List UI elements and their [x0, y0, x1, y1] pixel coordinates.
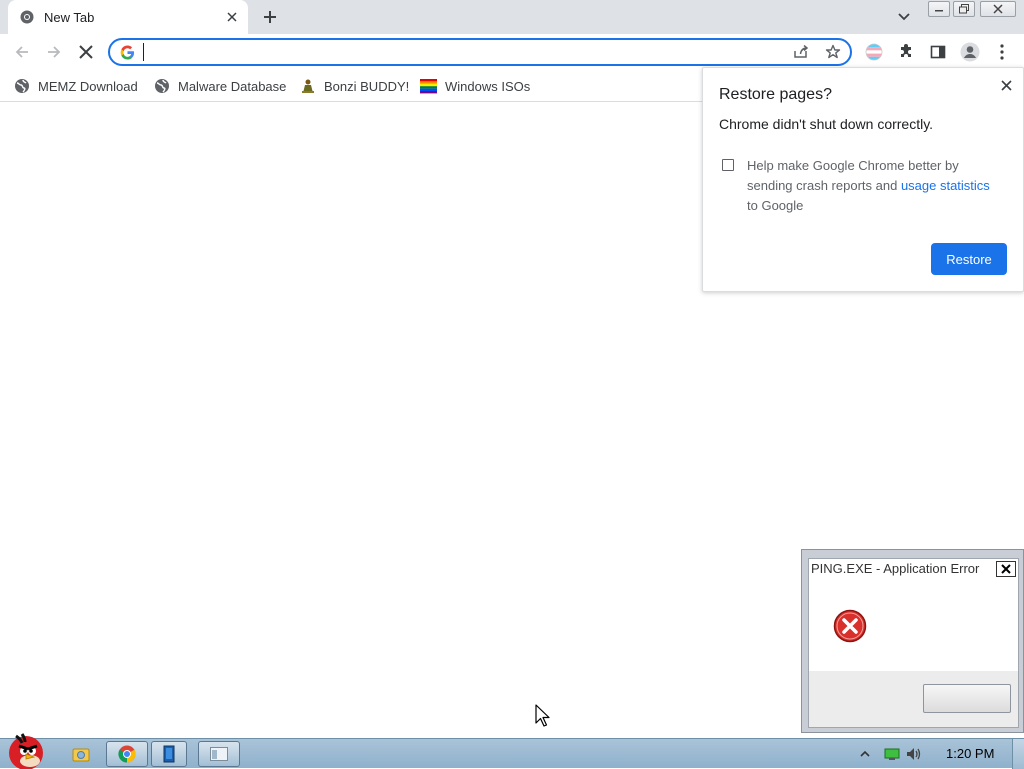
taskbar-app[interactable] [151, 741, 187, 767]
taskbar-explorer[interactable] [60, 741, 102, 767]
application-error-dialog: PING.EXE - Application Error [801, 549, 1024, 733]
bookmark-label: MEMZ Download [38, 78, 138, 94]
dialog-body [809, 579, 1018, 671]
crash-reports-checkbox[interactable] [722, 159, 734, 171]
bookmark-label: Malware Database [178, 78, 287, 94]
app-icon [163, 745, 175, 763]
rainbow-flag-icon [420, 79, 437, 94]
back-button[interactable] [9, 39, 35, 65]
dialog-title: PING.EXE - Application Error [811, 561, 980, 576]
bookmark-windows-isos[interactable]: Windows ISOs [420, 76, 530, 96]
globe-icon [15, 79, 29, 93]
network-icon[interactable] [884, 747, 900, 761]
globe-icon [155, 79, 169, 93]
volume-icon[interactable] [905, 746, 923, 762]
dialog-titlebar[interactable]: PING.EXE - Application Error [809, 559, 1018, 579]
tab-strip: New Tab [0, 0, 1024, 34]
crash-reports-text-end: to Google [747, 198, 804, 213]
taskbar: 1:20 PM [0, 733, 1024, 769]
forward-button[interactable] [41, 39, 67, 65]
restore-pages-bubble: Restore pages? Chrome didn't shut down c… [702, 67, 1024, 292]
tab-search-chevron-icon[interactable] [894, 8, 914, 26]
close-window-button[interactable] [980, 1, 1016, 17]
new-tab-button[interactable] [258, 5, 282, 29]
taskbar-chrome[interactable] [106, 741, 148, 767]
toolbar [0, 34, 1024, 70]
restore-title: Restore pages? [719, 86, 832, 103]
explorer-icon [72, 748, 90, 762]
system-tray: 1:20 PM [856, 739, 1024, 769]
bookmark-star-icon[interactable] [822, 40, 844, 64]
dialog-frame: PING.EXE - Application Error [808, 558, 1019, 728]
profile-avatar-icon[interactable] [957, 39, 983, 65]
bookmark-label: Windows ISOs [445, 78, 531, 94]
window-icon [210, 747, 228, 761]
close-icon[interactable] [997, 76, 1015, 94]
bookmark-memz-download[interactable]: MEMZ Download [14, 76, 138, 96]
chrome-menu-icon[interactable] [989, 39, 1015, 65]
bonzi-icon [302, 79, 314, 93]
bookmark-label: Bonzi BUDDY! [324, 78, 410, 94]
start-button-angry-bird-icon[interactable] [0, 729, 52, 769]
mouse-cursor-icon [535, 704, 550, 727]
dialog-close-button[interactable] [996, 561, 1016, 577]
restore-button[interactable]: Restore [931, 243, 1007, 275]
clock[interactable]: 1:20 PM [946, 746, 994, 761]
taskbar-window[interactable] [198, 741, 240, 767]
usage-statistics-link[interactable]: usage statistics [901, 178, 990, 193]
bookmark-bonzi-buddy[interactable]: Bonzi BUDDY! [300, 76, 409, 96]
bookmark-malware-database[interactable]: Malware Database [154, 76, 286, 96]
restore-message: Chrome didn't shut down correctly. [719, 116, 934, 132]
stop-loading-button[interactable] [73, 39, 99, 65]
tab-new-tab[interactable]: New Tab [8, 0, 248, 34]
dialog-ok-button[interactable] [923, 684, 1011, 713]
restore-window-button[interactable] [953, 1, 975, 17]
trans-flag-extension-icon[interactable] [861, 39, 887, 65]
tab-close-icon[interactable] [222, 7, 242, 27]
chrome-favicon-icon [20, 10, 34, 24]
text-caret [143, 43, 144, 61]
google-g-icon [120, 45, 135, 60]
show-desktop-button[interactable] [1012, 739, 1024, 769]
minimize-button[interactable] [928, 1, 950, 17]
side-panel-icon[interactable] [925, 39, 951, 65]
tab-title: New Tab [44, 9, 95, 25]
address-input[interactable] [146, 42, 746, 62]
error-icon [833, 609, 867, 643]
extensions-puzzle-icon[interactable] [893, 39, 919, 65]
share-icon[interactable] [790, 40, 812, 64]
address-bar[interactable] [108, 38, 852, 66]
crash-reports-label: Help make Google Chrome better by sendin… [747, 156, 1003, 216]
show-hidden-icons-icon[interactable] [860, 750, 870, 758]
chrome-icon [118, 745, 136, 763]
